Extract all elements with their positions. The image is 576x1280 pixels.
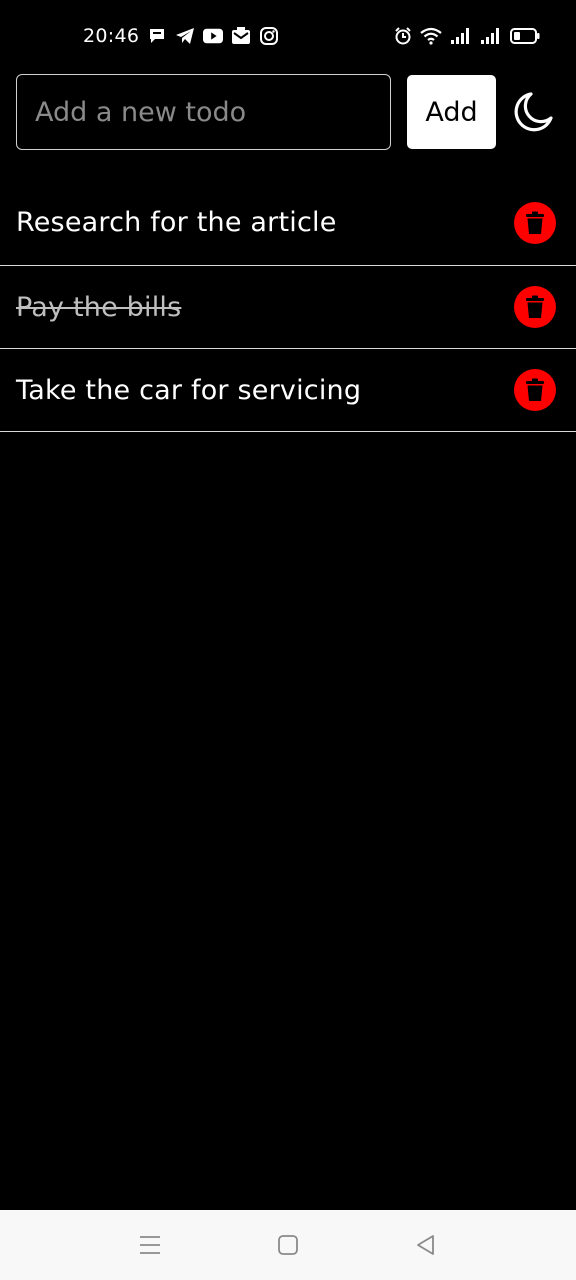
wifi-icon [420,25,442,47]
system-icons [394,25,540,47]
back-button[interactable] [413,1232,439,1258]
back-icon [417,1235,434,1255]
alarm-icon [394,25,412,47]
todo-item: Pay the bills [0,266,576,349]
menu-button[interactable] [137,1232,163,1258]
app-screen: 20:46 Add a new todo Add Research for th… [0,0,576,1280]
moon-icon [514,92,553,132]
todo-text[interactable]: Research for the article [16,207,337,238]
message-icon [147,26,167,46]
notification-icons [147,26,279,46]
todo-text[interactable]: Take the car for servicing [16,375,361,406]
menu-icon [140,1236,160,1254]
mail-icon [231,26,251,46]
new-todo-input[interactable] [16,74,391,150]
todo-item: Research for the article [0,180,576,266]
delete-button[interactable] [514,369,556,411]
signal-icon [450,25,472,47]
status-time: 20:46 [83,25,140,47]
telegram-icon [175,26,195,46]
trash-icon [526,211,544,234]
home-icon [278,1235,298,1255]
status-bar: 20:46 [0,0,576,72]
trash-icon [526,295,544,318]
add-button[interactable]: Add [407,75,496,149]
signal-icon [480,25,502,47]
todo-text[interactable]: Pay the bills [16,292,181,323]
youtube-icon [203,26,223,46]
home-button[interactable] [275,1232,301,1258]
navigation-bar [0,1210,576,1280]
delete-button[interactable] [514,286,556,328]
todo-list: Research for the article Pay the bills T… [0,180,576,432]
delete-button[interactable] [514,201,556,244]
todo-item: Take the car for servicing [0,349,576,432]
theme-toggle-button[interactable] [510,89,556,135]
trash-icon [526,378,544,401]
instagram-icon [259,26,279,46]
add-todo-row: Add [16,74,560,150]
battery-icon [510,25,540,47]
